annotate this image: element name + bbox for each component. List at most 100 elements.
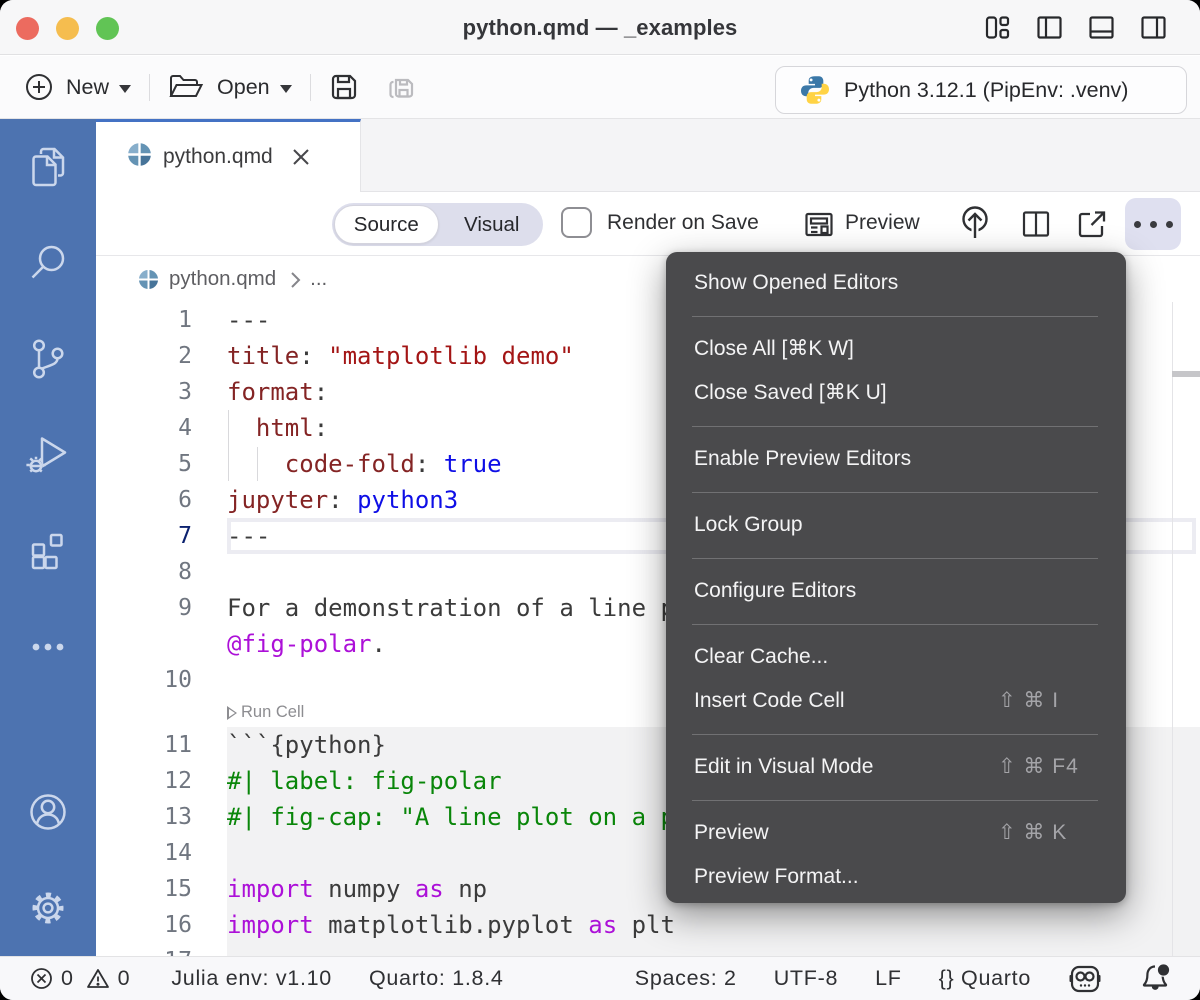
preview-button[interactable]: Preview	[845, 192, 920, 256]
menu-item[interactable]: Show Opened Editors	[666, 261, 1126, 305]
menu-item[interactable]: Enable Preview Editors	[666, 437, 1126, 481]
new-button[interactable]: New	[66, 75, 109, 100]
save-icon[interactable]	[329, 72, 359, 102]
activity-bar-top	[0, 119, 96, 695]
source-mode-button[interactable]: Source	[334, 205, 439, 244]
indent-guide	[228, 410, 229, 481]
menu-item[interactable]: Close All [⌘K W]	[666, 327, 1126, 371]
new-dropdown-caret-icon[interactable]	[119, 85, 131, 93]
breadcrumb-file[interactable]: python.qmd	[169, 267, 276, 291]
bell-dot-icon[interactable]	[1139, 962, 1172, 995]
warning-icon	[86, 967, 110, 990]
tab-close-icon[interactable]	[290, 146, 312, 168]
code-token: import	[227, 875, 314, 903]
eol-status[interactable]: LF	[875, 966, 902, 991]
visual-mode-button[interactable]: Visual	[441, 203, 544, 246]
menu-item-label: Insert Code Cell	[694, 689, 845, 712]
code-token: #| label: fig-polar	[227, 767, 502, 795]
sidebar-item-settings[interactable]	[0, 860, 96, 956]
line-number	[96, 626, 227, 662]
render-on-save-checkbox[interactable]	[561, 207, 592, 238]
sidebar-item-extensions[interactable]	[0, 503, 96, 599]
menu-separator	[692, 316, 1098, 317]
menu-item[interactable]: Clear Cache...	[666, 635, 1126, 679]
code-token: @fig-polar	[227, 630, 372, 658]
menu-item-label: Preview	[694, 821, 769, 844]
menu-item-label: Configure Editors	[694, 579, 856, 602]
gear-icon	[23, 883, 73, 933]
split-editor-icon[interactable]	[1021, 192, 1051, 256]
chevron-right-icon	[288, 270, 302, 290]
interpreter-selector-button[interactable]: Python 3.12.1 (PipEnv: .venv)	[775, 66, 1187, 114]
preview-icon[interactable]	[803, 192, 835, 256]
code-line[interactable]: 17	[96, 943, 1200, 956]
code-token	[227, 414, 256, 442]
tab-python-qmd[interactable]: python.qmd	[96, 119, 361, 192]
sidebar-item-run-debug[interactable]	[0, 407, 96, 503]
sidebar-item-account[interactable]	[0, 764, 96, 860]
customize-layout-icon[interactable]	[984, 14, 1011, 41]
code-token: matplotlib.pyplot	[314, 911, 589, 939]
quarto-version-status[interactable]: Quarto: 1.8.4	[369, 966, 504, 991]
open-button[interactable]: Open	[217, 75, 270, 100]
lens-content: Run Cell	[227, 698, 304, 727]
menu-item[interactable]: Preview⇧ ⌘ K	[666, 811, 1126, 855]
line-number: 11	[96, 727, 227, 763]
activity-bar-bottom	[0, 764, 96, 956]
menu-item-shortcut: ⇧ ⌘ F4	[998, 745, 1079, 789]
menu-item[interactable]: Preview Format...	[666, 855, 1126, 899]
sidebar-item-more[interactable]	[0, 599, 96, 695]
encoding-status[interactable]: UTF-8	[774, 966, 838, 991]
code-token: python3	[357, 486, 458, 514]
open-folder-icon[interactable]	[168, 72, 204, 102]
code-token: "matplotlib demo"	[328, 342, 574, 370]
interpreter-label: Python 3.12.1 (PipEnv: .venv)	[844, 78, 1128, 103]
line-number: 3	[96, 374, 227, 410]
panel-left-icon[interactable]	[1036, 14, 1063, 41]
indentation-status[interactable]: Spaces: 2	[635, 966, 737, 991]
code-token: jupyter	[227, 486, 328, 514]
menu-item-label: Lock Group	[694, 513, 803, 536]
sidebar-item-explorer[interactable]	[0, 119, 96, 215]
code-token: :	[314, 414, 328, 442]
line-number: 17	[96, 943, 227, 956]
open-external-icon[interactable]	[1073, 192, 1109, 256]
code-token: :	[314, 378, 328, 406]
menu-item[interactable]: Edit in Visual Mode⇧ ⌘ F4	[666, 745, 1126, 789]
publish-icon[interactable]	[958, 192, 992, 256]
sidebar-item-source-control[interactable]	[0, 311, 96, 407]
code-token: numpy	[314, 875, 415, 903]
menu-separator	[692, 558, 1098, 559]
menu-item[interactable]: Configure Editors	[666, 569, 1126, 613]
breadcrumb-symbol[interactable]: ...	[310, 267, 327, 291]
line-number: 7	[96, 518, 227, 554]
code-token: import	[227, 911, 314, 939]
language-mode-status[interactable]: {} Quarto	[939, 966, 1031, 991]
problems-status[interactable]: 0 0	[30, 966, 134, 991]
title-bar: python.qmd — _examples	[0, 0, 1200, 55]
code-token: true	[444, 450, 502, 478]
sidebar-item-search[interactable]	[0, 215, 96, 311]
overview-ruler	[1172, 302, 1173, 956]
status-bar: 0 0 Julia env: v1.10 Quarto: 1.8.4 Space…	[0, 956, 1200, 1000]
assistant-icon[interactable]	[1068, 963, 1102, 995]
more-actions-button[interactable]	[1125, 198, 1181, 250]
panel-bottom-icon[interactable]	[1088, 14, 1115, 41]
panel-right-icon[interactable]	[1140, 14, 1167, 41]
quarto-file-icon	[138, 269, 159, 290]
menu-separator	[692, 624, 1098, 625]
menu-item[interactable]: Insert Code Cell⇧ ⌘ I	[666, 679, 1126, 723]
code-line[interactable]: 16import matplotlib.pyplot as plt	[96, 907, 1200, 943]
open-dropdown-caret-icon[interactable]	[280, 85, 292, 93]
new-file-icon[interactable]	[25, 73, 53, 101]
menu-item[interactable]: Close Saved [⌘K U]	[666, 371, 1126, 415]
code-token: ---	[227, 306, 270, 334]
line-number: 6	[96, 482, 227, 518]
status-bar-right: Spaces: 2 UTF-8 LF {} Quarto	[635, 962, 1172, 995]
julia-env-status[interactable]: Julia env: v1.10	[171, 966, 332, 991]
menu-item[interactable]: Lock Group	[666, 503, 1126, 547]
code-token: format	[227, 378, 314, 406]
run-cell-label[interactable]: Run Cell	[241, 697, 304, 728]
error-count: 0	[61, 966, 74, 991]
menu-item-label: Close All [⌘K W]	[694, 337, 854, 360]
